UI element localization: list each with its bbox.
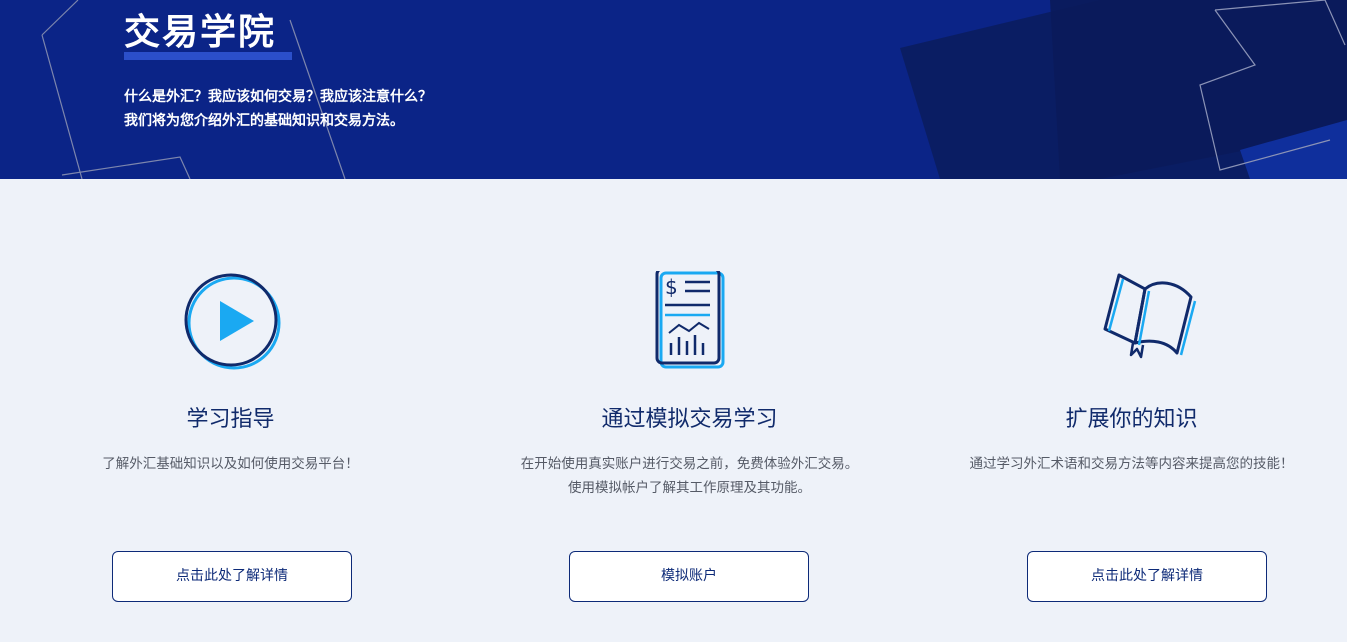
hero-banner: 交易学院 什么是外汇？我应该如何交易？我应该注意什么？ 我们将为您介绍外汇的基础… — [0, 0, 1347, 179]
hero-subtitle-line-1: 什么是外汇？我应该如何交易？我应该注意什么？ — [124, 89, 432, 105]
card-description: 在开始使用真实账户进行交易之前，免费体验外汇交易。 使用模拟帐户了解其工作原理及… — [465, 452, 914, 500]
card-expand-knowledge: 扩展你的知识 通过学习外汇术语和交易方法等内容来提高您的技能！ 点击此处了解详情 — [907, 179, 1347, 642]
card-learning-guide: 学习指导 了解外汇基础知识以及如何使用交易平台！ 点击此处了解详情 — [6, 179, 455, 642]
demo-account-button[interactable]: 模拟账户 — [569, 551, 809, 602]
learn-more-button[interactable]: 点击此处了解详情 — [112, 551, 352, 602]
svg-text:$: $ — [665, 275, 678, 299]
report-document-icon: $ — [655, 271, 725, 369]
card-title: 通过模拟交易学习 — [601, 407, 778, 432]
page-title: 交易学院 — [124, 12, 277, 53]
card-description: 通过学习外汇术语和交易方法等内容来提高您的技能！ — [907, 452, 1347, 476]
card-title: 扩展你的知识 — [1065, 407, 1198, 432]
learn-more-button[interactable]: 点击此处了解详情 — [1027, 551, 1267, 602]
card-description: 了解外汇基础知识以及如何使用交易平台！ — [6, 452, 455, 476]
card-desc-line: 了解外汇基础知识以及如何使用交易平台！ — [102, 456, 359, 472]
feature-cards: 学习指导 了解外汇基础知识以及如何使用交易平台！ 点击此处了解详情 $ 通过模拟… — [0, 179, 1347, 642]
card-desc-line: 在开始使用真实账户进行交易之前，免费体验外汇交易。 — [520, 456, 859, 472]
hero-subtitle-line-2: 我们将为您介绍外汇的基础知识和交易方法。 — [124, 113, 404, 129]
card-desc-line: 使用模拟帐户了解其工作原理及其功能。 — [568, 480, 811, 496]
card-desc-line: 通过学习外汇术语和交易方法等内容来提高您的技能！ — [969, 456, 1294, 472]
play-icon — [184, 273, 281, 370]
card-demo-trading: $ 通过模拟交易学习 在开始使用真实账户进行交易之前，免费体验外汇交易。 使用模… — [465, 179, 914, 642]
card-title: 学习指导 — [186, 407, 275, 432]
open-book-icon — [1103, 273, 1197, 359]
